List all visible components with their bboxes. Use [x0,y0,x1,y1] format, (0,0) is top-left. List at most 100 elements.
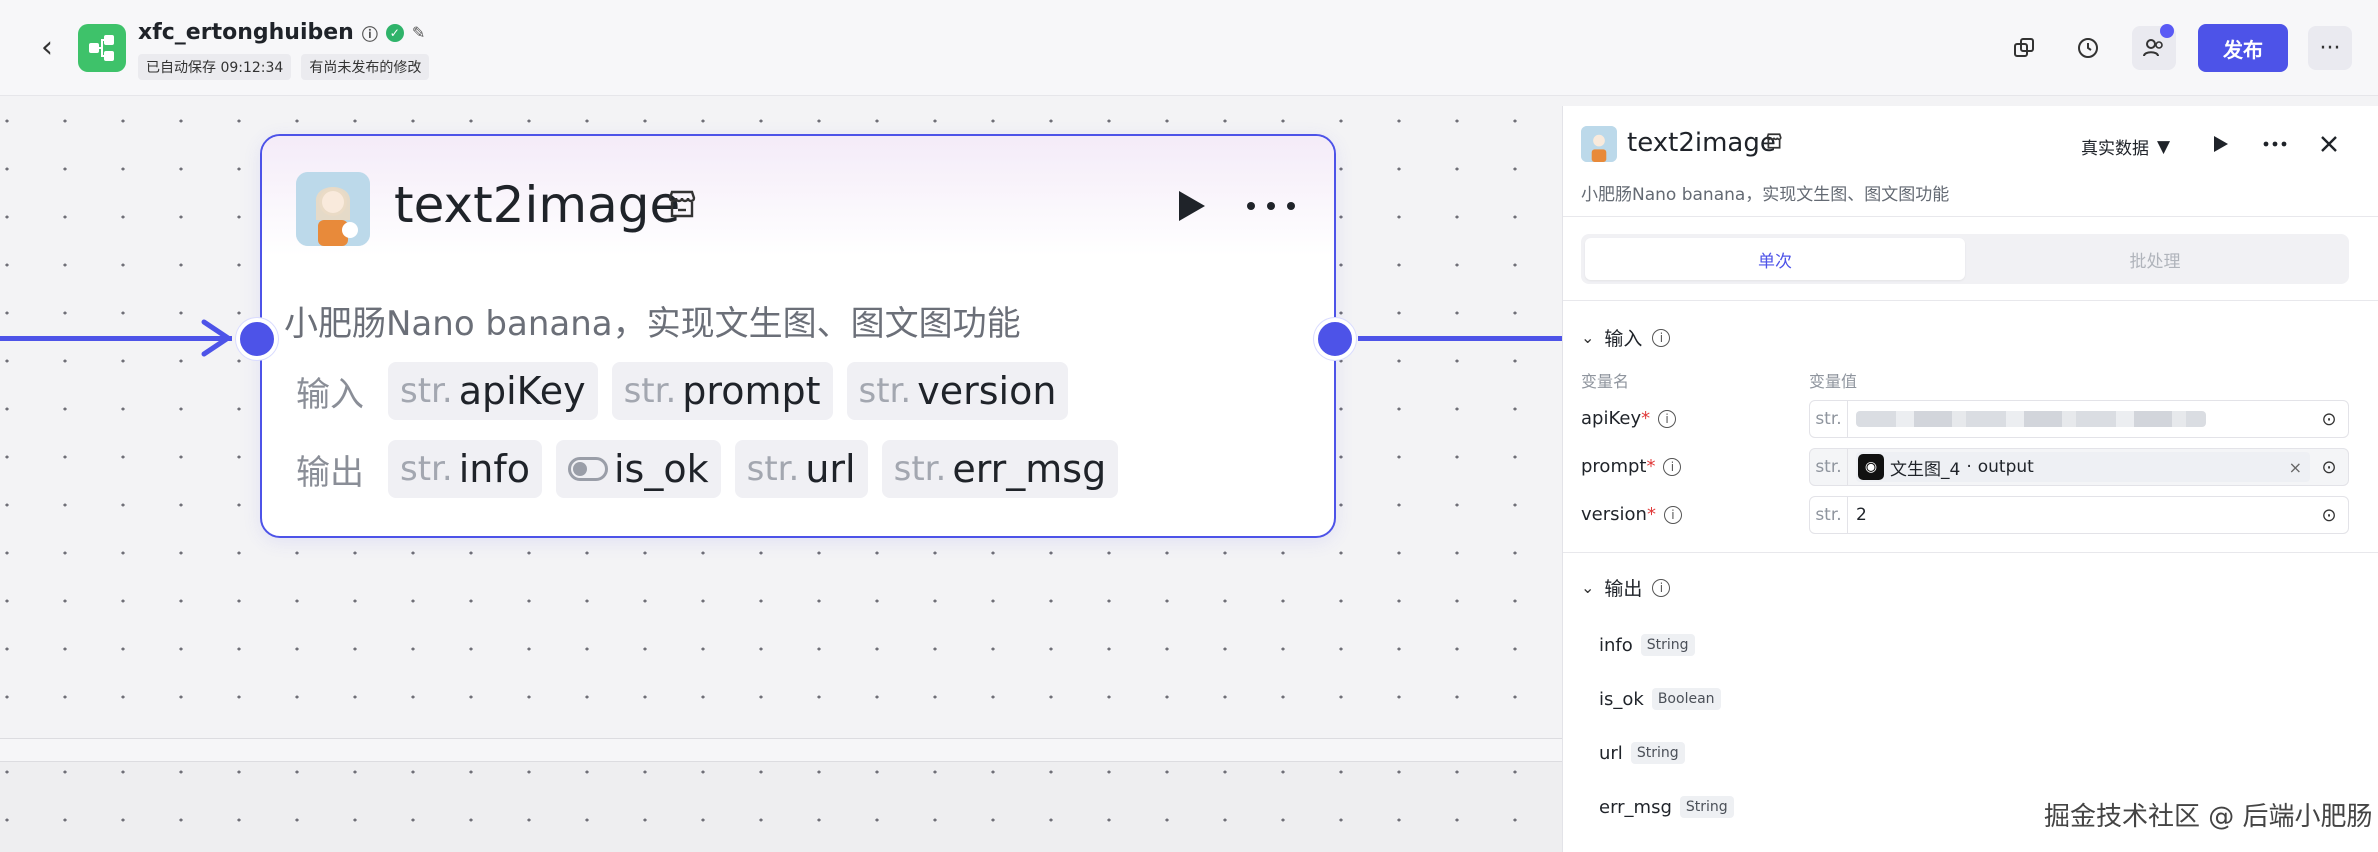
input-chip-apikey: str. apiKey [388,362,598,420]
edit-icon[interactable]: ✎ [412,23,425,42]
required-mark: * [1646,504,1656,525]
output-chip-err-msg: str. err_msg [881,440,1119,498]
var-row-version: version* i str. 2 ⊙ [1581,496,2371,534]
var-name-text: apiKey [1581,408,1642,429]
output-chip-url: str. url [734,440,868,498]
var-type: str. [1810,449,1848,485]
variable-ref-icon[interactable]: ⊙ [2310,449,2348,485]
output-type: Boolean [1651,688,1721,710]
boolean-toggle-icon [568,457,608,481]
info-icon[interactable]: ⓘ [362,21,378,45]
incoming-edge[interactable] [0,336,232,341]
node-reference-chip[interactable]: ◉ 文生图_4 · output × [1856,452,2310,482]
workflow-icon [89,35,114,61]
var-value[interactable]: 2 [1848,505,2310,525]
node-output-port[interactable] [1314,318,1356,360]
input-chip-prompt: str. prompt [611,362,833,420]
output-item-url: url String [1599,742,1685,764]
collaborators-icon[interactable] [2132,24,2176,70]
copy-icon[interactable] [2002,26,2046,70]
output-section-header[interactable]: ⌄ 输出 i [1581,574,1671,601]
output-name: url [1599,742,1623,764]
input-type: str. [623,371,677,411]
ref-separator: · [1966,457,1972,477]
var-value[interactable]: ◉ 文生图_4 · output × [1848,452,2310,482]
notification-dot [2160,24,2174,38]
store-icon [666,188,698,228]
more-icon[interactable] [2257,126,2293,162]
input-section-header[interactable]: ⌄ 输入 i [1581,324,1671,351]
info-icon[interactable]: i [1663,505,1682,524]
var-type: str. [1810,497,1848,533]
workflow-node-text2image[interactable]: text2image 小肥肠Nano banana，实现文生图、图文图功能 输入… [260,134,1336,538]
tab-batch[interactable]: 批处理 [1965,238,2345,280]
data-mode-select[interactable]: 真实数据 ▼ [2081,134,2170,160]
close-icon[interactable] [2311,126,2347,162]
clear-reference-icon[interactable]: × [2289,458,2302,477]
output-name: info [458,447,530,491]
node-inputs-row: 输入 str. apiKey str. prompt str. version [296,362,1069,420]
var-type: str. [1810,401,1848,437]
node-input-label: 输入 [296,374,364,415]
node-output-label: 输出 [296,452,364,493]
input-type: str. [400,371,453,411]
run-node-icon[interactable] [2203,126,2239,162]
node-avatar [296,172,370,246]
app-title-row: xfc_ertonghuiben ⓘ ✓ ✎ [138,20,425,45]
canvas-lower-area[interactable] [0,762,1562,852]
var-row-apikey: apiKey* i str. ⊙ [1581,400,2371,438]
node-input-port[interactable] [236,318,278,360]
variable-ref-icon[interactable]: ⊙ [2310,401,2348,437]
prompt-input[interactable]: str. ◉ 文生图_4 · output × ⊙ [1809,448,2349,486]
output-section-title: 输出 [1604,578,1643,600]
check-status-icon: ✓ [385,23,404,42]
apikey-input[interactable]: str. ⊙ [1809,400,2349,438]
status-badges: 已自动保存 09:12:34 有尚未发布的修改 [138,54,430,80]
input-section-title: 输入 [1604,328,1643,350]
col-var-name: 变量名 [1581,372,1630,391]
chevron-down-icon[interactable]: ⌄ [1581,328,1594,347]
divider [1563,216,2378,217]
publish-button[interactable]: 发布 [2198,24,2288,72]
run-node-icon[interactable] [1170,184,1214,228]
version-input[interactable]: str. 2 ⊙ [1809,496,2349,534]
required-mark: * [1641,408,1651,429]
output-name: url [805,447,856,491]
input-name: version [917,369,1057,413]
output-name: err_msg [952,447,1107,491]
output-type: str. [893,449,947,489]
chevron-down-icon[interactable]: ⌄ [1581,578,1594,597]
back-icon[interactable]: ‹ [30,30,64,65]
output-item-is-ok: is_ok Boolean [1599,688,1721,710]
output-name: is_ok [1599,688,1644,710]
var-name: version* i [1581,504,1682,525]
info-icon[interactable]: i [1663,457,1682,476]
node-more-icon[interactable] [1242,184,1300,228]
input-name: apiKey [458,369,586,413]
info-icon[interactable]: i [1652,578,1671,597]
history-icon[interactable] [2066,26,2110,70]
tab-single[interactable]: 单次 [1585,238,1965,280]
output-type: String [1630,742,1685,764]
var-name: prompt* i [1581,456,1682,477]
output-name: err_msg [1599,796,1672,818]
ref-field: output [1977,457,2034,477]
var-value[interactable] [1848,411,2310,427]
top-bar: ‹ xfc_ertonghuiben ⓘ ✓ ✎ 已自动保存 09:12:34 … [0,0,2378,96]
more-icon[interactable]: ··· [2308,26,2352,70]
info-icon[interactable]: i [1652,328,1671,347]
outgoing-edge[interactable] [1358,336,1562,341]
panel-title: text2image [1627,128,1776,158]
node-config-panel: text2image 真实数据 ▼ 小肥肠Nano banana，实现文生图、图… [1562,106,2378,852]
variable-ref-icon[interactable]: ⊙ [2310,497,2348,533]
autosave-badge: 已自动保存 09:12:34 [138,54,292,80]
info-icon[interactable]: i [1658,409,1677,428]
panel-description: 小肥肠Nano banana，实现文生图、图文图功能 [1581,185,1950,205]
divider [1563,300,2378,301]
run-mode-tabs: 单次 批处理 [1581,234,2349,284]
var-row-prompt: prompt* i str. ◉ 文生图_4 · output × ⊙ [1581,448,2371,486]
output-type: str. [400,449,453,489]
panel-avatar [1581,126,1617,162]
unpublished-badge: 有尚未发布的修改 [301,54,430,80]
input-name: prompt [682,369,821,413]
